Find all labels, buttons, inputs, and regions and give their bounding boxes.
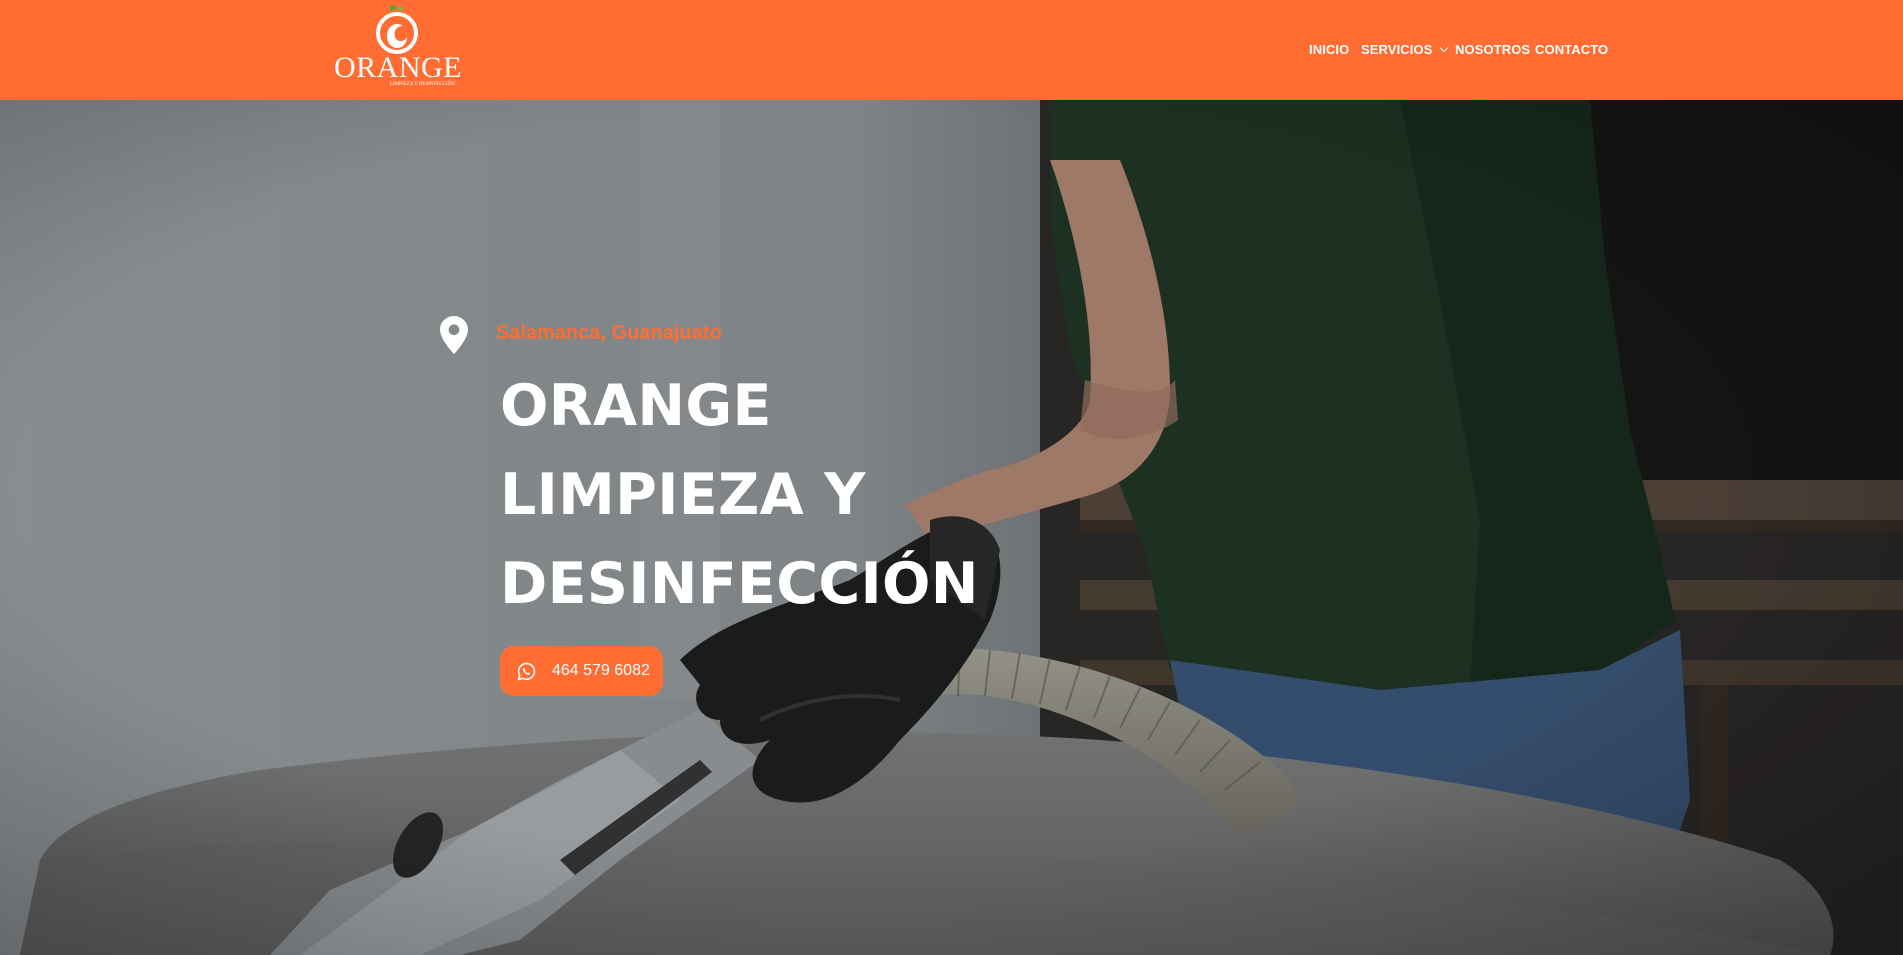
- main-nav: INICIO SERVICIOS NOSOTROS CONTACTO: [0, 40, 1903, 60]
- whatsapp-icon: [517, 662, 536, 681]
- hero-title-line: ORANGE: [500, 373, 772, 439]
- hero-title-line: DESINFECCIÓN: [500, 551, 979, 617]
- hero-title: ORANGE LIMPIEZA Y DESINFECCIÓN: [500, 362, 1060, 629]
- nav-item-label: INICIO: [1309, 42, 1350, 57]
- nav-item-contacto[interactable]: CONTACTO: [1535, 40, 1608, 60]
- nav-item-inicio[interactable]: INICIO: [1309, 40, 1349, 60]
- whatsapp-call-button[interactable]: 464 579 6082: [500, 646, 663, 696]
- hero-section: Salamanca, Guanajuato ORANGE LIMPIEZA Y …: [0, 100, 1903, 955]
- hero-title-line: LIMPIEZA Y: [500, 462, 866, 528]
- location-text: Salamanca, Guanajuato: [496, 322, 722, 344]
- phone-number: 464 579 6082: [552, 662, 650, 679]
- nav-item-label: CONTACTO: [1535, 42, 1609, 57]
- nav-item-nosotros[interactable]: NOSOTROS: [1455, 40, 1530, 60]
- brand-tagline: LIMPIEZA Y DESINFECCIÓN: [390, 82, 455, 87]
- site-header: ORANGE LIMPIEZA Y DESINFECCIÓN INICIO SE…: [0, 0, 1903, 100]
- nav-item-servicios[interactable]: SERVICIOS: [1361, 40, 1449, 60]
- map-pin-icon: [440, 316, 468, 354]
- nav-item-label: NOSOTROS: [1455, 42, 1531, 57]
- nav-item-label: SERVICIOS: [1361, 42, 1433, 57]
- chevron-down-icon: [1440, 43, 1449, 53]
